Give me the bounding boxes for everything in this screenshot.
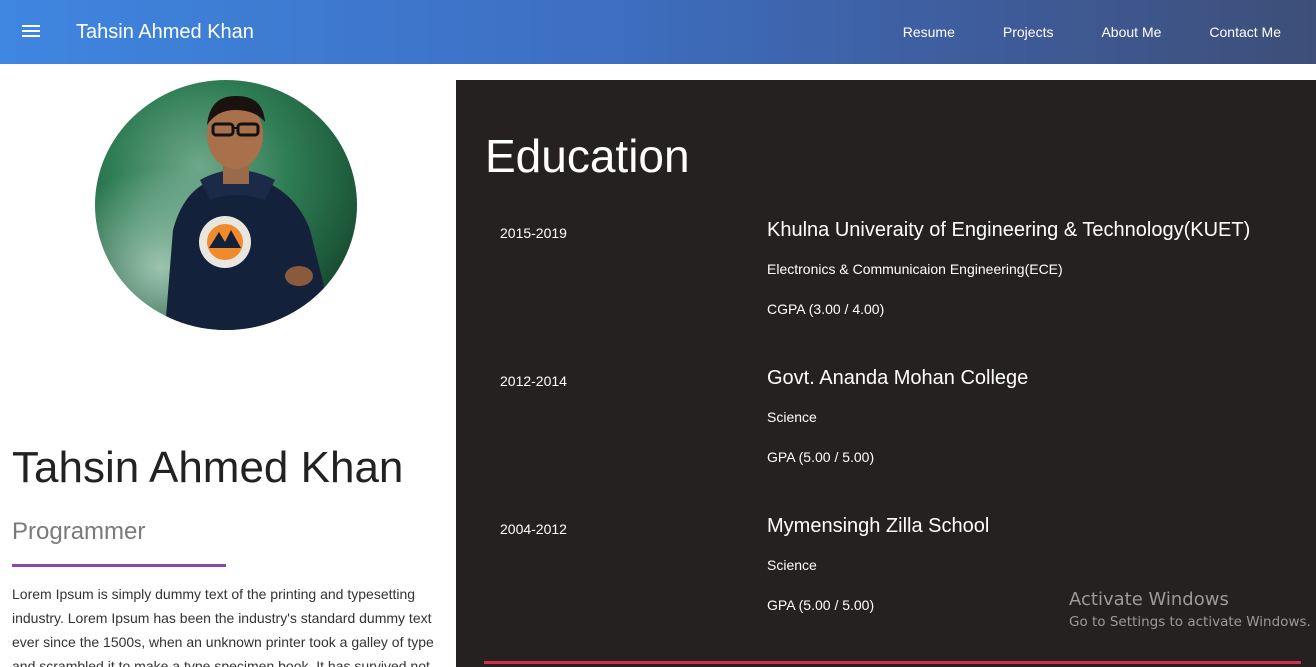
- education-section: Education 2015-2019 Khulna Univeraity of…: [456, 80, 1316, 667]
- education-divider: [484, 661, 1301, 664]
- site-title[interactable]: Tahsin Ahmed Khan: [76, 20, 254, 44]
- role-underline: [12, 564, 226, 567]
- watermark-subtitle: Go to Settings to activate Windows.: [1069, 614, 1311, 630]
- profile-bio: Lorem Ipsum is simply dummy text of the …: [12, 586, 434, 667]
- education-department: Science: [767, 557, 817, 573]
- education-heading: Education: [485, 130, 690, 182]
- education-grade: GPA (5.00 / 5.00): [767, 597, 875, 613]
- education-institution: Khulna Univeraity of Engineering & Techn…: [767, 219, 1251, 241]
- education-institution: Mymensingh Zilla School: [767, 515, 990, 537]
- nav-link-contact-me[interactable]: Contact Me: [1209, 24, 1281, 40]
- main-nav: Resume Projects About Me Contact Me: [855, 0, 1281, 64]
- education-grade: CGPA (3.00 / 4.00): [767, 301, 885, 317]
- profile-photo: [95, 80, 357, 330]
- education-item: 2012-2014 Govt. Ananda Mohan College Sci…: [456, 366, 1316, 496]
- education-years: 2004-2012: [500, 521, 567, 537]
- activate-windows-watermark: Activate Windows Go to Settings to activ…: [1069, 588, 1311, 632]
- watermark-title: Activate Windows: [1069, 589, 1229, 610]
- education-department: Electronics & Communicaion Engineering(E…: [767, 261, 1063, 277]
- education-item: 2015-2019 Khulna Univeraity of Engineeri…: [456, 218, 1316, 348]
- profile-name: Tahsin Ahmed Khan: [12, 443, 404, 492]
- top-app-bar: Tahsin Ahmed Khan Resume Projects About …: [0, 0, 1316, 64]
- education-grade: GPA (5.00 / 5.00): [767, 449, 875, 465]
- education-years: 2012-2014: [500, 373, 567, 389]
- education-department: Science: [767, 409, 817, 425]
- nav-link-about-me[interactable]: About Me: [1101, 24, 1161, 40]
- education-years: 2015-2019: [500, 225, 567, 241]
- nav-link-projects[interactable]: Projects: [1003, 24, 1054, 40]
- education-institution: Govt. Ananda Mohan College: [767, 367, 1029, 389]
- nav-link-resume[interactable]: Resume: [903, 24, 955, 40]
- hamburger-menu-icon[interactable]: [22, 24, 42, 40]
- profile-role: Programmer: [12, 518, 146, 545]
